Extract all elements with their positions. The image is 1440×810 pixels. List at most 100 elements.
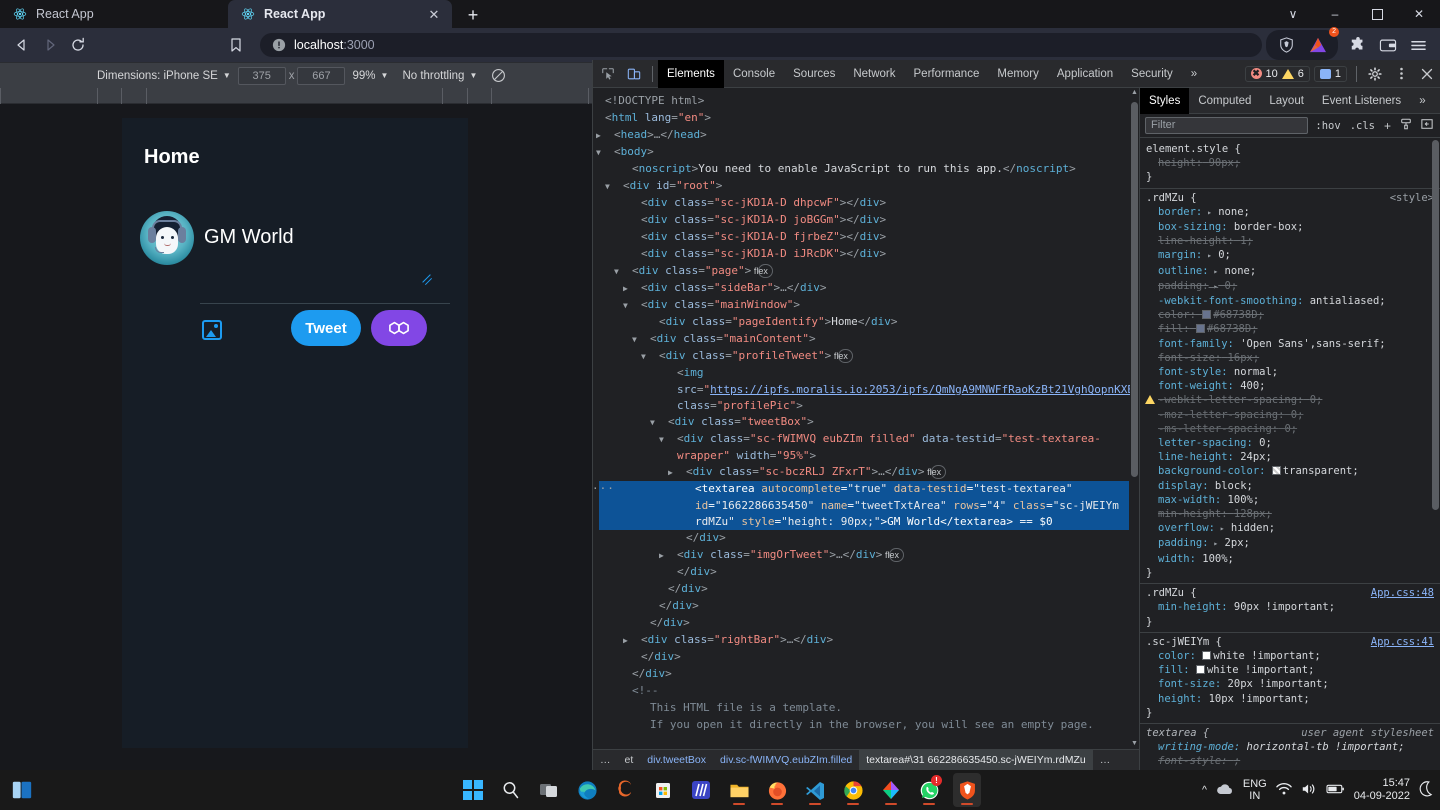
expand-dots-icon[interactable]: ··· (593, 481, 615, 497)
dom-node[interactable]: ▶ <head>…</head> (596, 127, 1129, 144)
wifi-icon[interactable] (1275, 782, 1292, 799)
style-property-value[interactable]: #68738D; (1207, 323, 1258, 335)
device-zoom-select[interactable]: 99% ▼ (345, 66, 395, 86)
dom-node[interactable]: <img src="https://ipfs.moralis.io:2053/i… (599, 365, 1139, 414)
style-declaration[interactable]: width: 100%; (1140, 552, 1440, 566)
close-icon[interactable]: ✕ (426, 6, 442, 22)
dom-node[interactable]: <div class="pageIdentify">Home</div> (599, 314, 1129, 331)
flex-badge[interactable]: flex (834, 349, 853, 363)
style-declaration[interactable]: writing-mode: horizontal-tb !important; (1140, 740, 1440, 754)
style-property-value[interactable]: 0; (1291, 409, 1304, 421)
bookmark-icon[interactable] (222, 32, 250, 58)
style-declaration[interactable]: min-height: 90px !important; (1140, 600, 1440, 614)
resize-handle-icon[interactable] (421, 270, 435, 286)
search-icon[interactable] (497, 773, 525, 807)
style-declaration[interactable]: font-style: ; (1140, 754, 1440, 768)
style-selector[interactable]: .rdMZu { (1146, 192, 1197, 204)
chrome-icon[interactable] (839, 773, 867, 807)
cls-toggle[interactable]: .cls (1348, 120, 1377, 132)
style-property-value[interactable]: none; (1218, 206, 1250, 218)
style-declaration[interactable]: border: ▸ none; (1140, 205, 1440, 220)
device-width-input[interactable]: 375 (237, 66, 286, 85)
style-property-value[interactable]: #68738D; (1213, 309, 1264, 321)
dom-node[interactable]: </div> (599, 615, 1129, 632)
inspect-icon[interactable] (595, 62, 621, 86)
style-declaration[interactable]: font-size: 20px !important; (1140, 677, 1440, 691)
style-property-value[interactable]: white !important; (1207, 664, 1314, 676)
disclosure-triangle-icon[interactable]: ▶ (623, 633, 641, 649)
disclosure-triangle-icon[interactable]: ▼ (632, 332, 650, 348)
dom-node[interactable]: ▼ <div class="page"> flex (599, 263, 1129, 280)
close-button[interactable]: ✕ (1398, 0, 1440, 28)
style-property-value[interactable]: horizontal-tb !important; (1247, 741, 1405, 753)
disclosure-triangle-icon[interactable]: ▼ (596, 145, 614, 161)
style-property-value[interactable]: 128px; (1234, 508, 1272, 520)
flex-badge[interactable]: flex (927, 465, 947, 479)
style-selector[interactable]: element.style { (1146, 143, 1241, 155)
network-throttling-select[interactable]: No throttling ▼ (395, 66, 484, 86)
disclosure-triangle-icon[interactable]: ▶ (623, 281, 641, 297)
style-property-value[interactable]: 0; (1218, 249, 1231, 261)
taskbar-widgets[interactable] (8, 770, 36, 810)
color-swatch[interactable] (1195, 665, 1205, 675)
brave-icon[interactable] (953, 773, 981, 807)
style-origin[interactable]: App.css:41 (1371, 635, 1434, 649)
dom-node[interactable]: This HTML file is a template. (599, 700, 1129, 717)
style-property-value[interactable]: 0; (1225, 280, 1238, 292)
flex-badge[interactable]: flex (885, 548, 904, 562)
dom-node[interactable]: ▼ <div class="mainContent"> (599, 331, 1129, 348)
devtools-tab-performance[interactable]: Performance (905, 60, 989, 88)
back-icon[interactable] (8, 32, 36, 58)
brave-shields-icon[interactable] (1272, 32, 1300, 58)
battery-icon[interactable] (1326, 783, 1345, 798)
style-property-value[interactable]: border-box; (1234, 221, 1304, 233)
styles-more-tabs-icon[interactable]: » (1410, 88, 1434, 114)
disclosure-triangle-icon[interactable]: ▼ (659, 432, 677, 448)
language-indicator[interactable]: ENG IN (1243, 778, 1267, 802)
toggle-sidebar-icon[interactable] (1419, 118, 1435, 133)
image-icon[interactable] (202, 320, 222, 340)
dom-node[interactable]: </div> (599, 598, 1129, 615)
dom-node[interactable]: ▶ <div class="sc-bczRLJ ZFxrT">…</div> fl… (599, 464, 1129, 481)
style-declaration[interactable]: line-height: 1; (1140, 234, 1440, 248)
file-explorer-icon[interactable] (725, 773, 753, 807)
styles-rules-list[interactable]: element.style {height: 90px;} .rdMZu {<st… (1140, 138, 1440, 770)
rotate-icon[interactable] (484, 66, 513, 86)
tweet-textarea-value[interactable]: GM World (204, 226, 294, 249)
dom-node[interactable]: ▼ <div class="mainWindow"> (599, 297, 1129, 314)
devtools-tab-security[interactable]: Security (1122, 60, 1182, 88)
dom-node[interactable]: ▼ <div class="profileTweet"> flex (599, 348, 1129, 365)
color-swatch[interactable] (1195, 324, 1205, 334)
style-property-value[interactable]: white !important; (1213, 650, 1320, 662)
breadcrumb-item[interactable]: et (618, 750, 641, 771)
style-property-value[interactable]: 20px !important; (1228, 678, 1329, 690)
style-declaration[interactable]: box-sizing: border-box; (1140, 220, 1440, 234)
extensions-icon[interactable] (1344, 32, 1372, 58)
windows-widgets-icon[interactable] (8, 773, 36, 807)
sublime-icon[interactable] (611, 773, 639, 807)
style-selector[interactable]: .rdMZu { (1146, 587, 1197, 599)
disclosure-triangle-icon[interactable]: ▼ (614, 264, 632, 280)
expand-arrow-icon[interactable]: ▸ (1202, 208, 1212, 217)
color-swatch[interactable] (1271, 466, 1281, 476)
style-declaration[interactable]: display: block; (1140, 479, 1440, 493)
style-property-value[interactable]: 100%; (1228, 494, 1260, 506)
style-declaration[interactable]: margin: ▸ 0; (1140, 248, 1440, 263)
style-declaration[interactable]: padding: ▸ 0; (1140, 279, 1440, 294)
dom-node[interactable]: <noscript>You need to enable JavaScript … (599, 161, 1129, 178)
style-declaration[interactable]: padding: ▸ 2px; (1140, 536, 1440, 551)
not-secure-icon[interactable] (272, 38, 286, 52)
expand-arrow-icon[interactable]: ▸ (1209, 282, 1218, 291)
color-swatch[interactable] (1202, 650, 1212, 660)
tab-search-icon[interactable]: ∨ (1272, 0, 1314, 28)
breadcrumb-item[interactable]: div.sc-fWIMVQ.eubZIm.filled (713, 750, 859, 771)
style-property-value[interactable]: 0; (1259, 437, 1272, 449)
breadcrumb-item[interactable]: … (1093, 750, 1118, 771)
wallet-icon[interactable] (1374, 32, 1402, 58)
style-property-value[interactable]: 90px; (1209, 157, 1241, 169)
dom-node[interactable]: </div> (599, 649, 1129, 666)
dom-node[interactable]: ▶ <div class="sideBar">…</div> (599, 280, 1129, 297)
browser-tab-2[interactable]: React App ✕ (228, 0, 452, 28)
dom-node[interactable]: </div> (599, 564, 1129, 581)
figma-icon[interactable] (877, 773, 905, 807)
